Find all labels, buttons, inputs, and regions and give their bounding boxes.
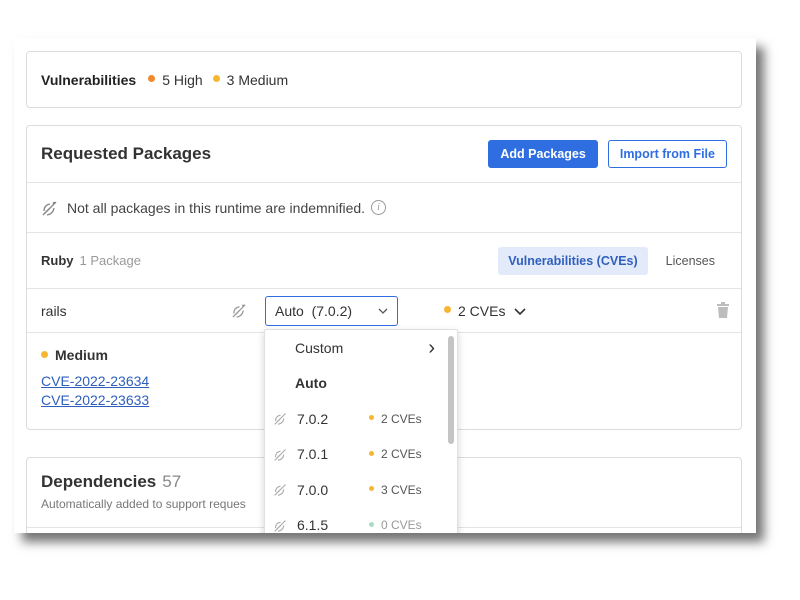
tab-licenses[interactable]: Licenses: [654, 247, 727, 275]
dropdown-version-cves-text: 2 CVEs: [381, 411, 422, 426]
dropdown-item-custom-label: Custom: [295, 339, 344, 356]
dropdown-item-version[interactable]: 6.1.5 0 CVEs: [265, 508, 457, 533]
satellite-dish-slash-icon: [273, 482, 297, 497]
info-icon[interactable]: i: [371, 200, 387, 215]
import-from-file-button[interactable]: Import from File: [607, 140, 727, 168]
indemnity-indicator: [231, 302, 265, 319]
dropdown-version-cves-text: 2 CVEs: [381, 447, 422, 462]
chevron-down-icon: [378, 308, 388, 314]
medium-dot-icon: [369, 415, 374, 421]
language-package-count: 1 Package: [79, 253, 141, 268]
satellite-dish-slash-icon: [232, 304, 246, 318]
dropdown-version-number: 7.0.1: [297, 446, 329, 463]
medium-dot-icon: [41, 350, 48, 358]
dependencies-title-text: Dependencies: [41, 472, 157, 491]
dropdown-version-number: 7.0.0: [297, 481, 329, 498]
requested-packages-header: Requested Packages Add Packages Import f…: [27, 126, 741, 183]
satellite-dish-slash-icon: [42, 201, 57, 216]
medium-count: 3 Medium: [226, 71, 289, 88]
satellite-dish-slash-icon: [273, 518, 297, 533]
dropdown-scrollbar[interactable]: [448, 336, 454, 444]
cve-summary-toggle[interactable]: 2 CVEs: [444, 302, 527, 319]
dropdown-item-version[interactable]: 7.0.0 3 CVEs: [265, 472, 457, 508]
package-name: rails: [41, 302, 67, 319]
medium-dot-icon: [212, 75, 220, 82]
vulnerabilities-summary: Vulnerabilities 5 High 3 Medium: [26, 51, 742, 108]
chevron-right-icon: ›: [428, 336, 435, 359]
high-dot-icon: [148, 75, 156, 82]
satellite-dish-slash-icon: [273, 411, 297, 426]
app-window: Vulnerabilities 5 High 3 Medium Requeste…: [14, 38, 756, 533]
cve-severity-label: Medium: [55, 347, 108, 363]
add-packages-button[interactable]: Add Packages: [488, 140, 598, 168]
indemnity-notice-text: Not all packages in this runtime are ind…: [67, 199, 366, 216]
none-dot-icon: [369, 521, 374, 527]
dropdown-item-auto-label: Auto: [295, 375, 327, 392]
requested-packages-title: Requested Packages: [41, 144, 212, 163]
trash-icon[interactable]: [717, 302, 729, 318]
dropdown-item-version[interactable]: 7.0.1 2 CVEs: [265, 437, 457, 473]
medium-dot-icon: [444, 306, 451, 313]
dropdown-version-cves: 2 CVEs: [369, 447, 422, 461]
dropdown-version-cves-text: 0 CVEs: [381, 518, 422, 533]
dropdown-version-cves-text: 3 CVEs: [381, 482, 422, 497]
dropdown-item-custom[interactable]: Custom ›: [265, 330, 457, 366]
version-dropdown-menu: Custom › Auto 7.0.2 2 CVEs 7.0.1 2 CVEs …: [264, 329, 458, 533]
dropdown-item-auto[interactable]: Auto: [265, 366, 457, 402]
satellite-dish-slash-icon: [273, 447, 297, 462]
chevron-down-icon: [514, 307, 527, 315]
medium-dot-icon: [369, 486, 374, 492]
language-name: Ruby: [41, 253, 74, 268]
medium-dot-icon: [369, 450, 374, 456]
dropdown-version-number: 7.0.2: [297, 410, 329, 427]
version-select-value: Auto (7.0.2): [275, 302, 353, 319]
dropdown-version-cves: 2 CVEs: [369, 412, 422, 426]
indemnity-notice: Not all packages in this runtime are ind…: [27, 183, 741, 233]
dependencies-count: 57: [162, 472, 182, 491]
dropdown-version-number: 6.1.5: [297, 517, 329, 533]
cve-summary-text: 2 CVEs: [458, 302, 506, 319]
version-select[interactable]: Auto (7.0.2): [265, 295, 398, 326]
language-row: Ruby 1 Package Vulnerabilities (CVEs) Li…: [27, 233, 741, 289]
tab-vulnerabilities[interactable]: Vulnerabilities (CVEs): [498, 246, 648, 275]
dropdown-version-cves: 3 CVEs: [369, 483, 422, 497]
vulnerabilities-label: Vulnerabilities: [41, 71, 137, 88]
dropdown-item-version[interactable]: 7.0.2 2 CVEs: [265, 401, 457, 437]
dropdown-version-cves: 0 CVEs: [369, 518, 422, 532]
high-count: 5 High: [162, 71, 203, 88]
package-row-rails: rails Auto (7.0.2) 2 CVEs: [27, 289, 741, 333]
